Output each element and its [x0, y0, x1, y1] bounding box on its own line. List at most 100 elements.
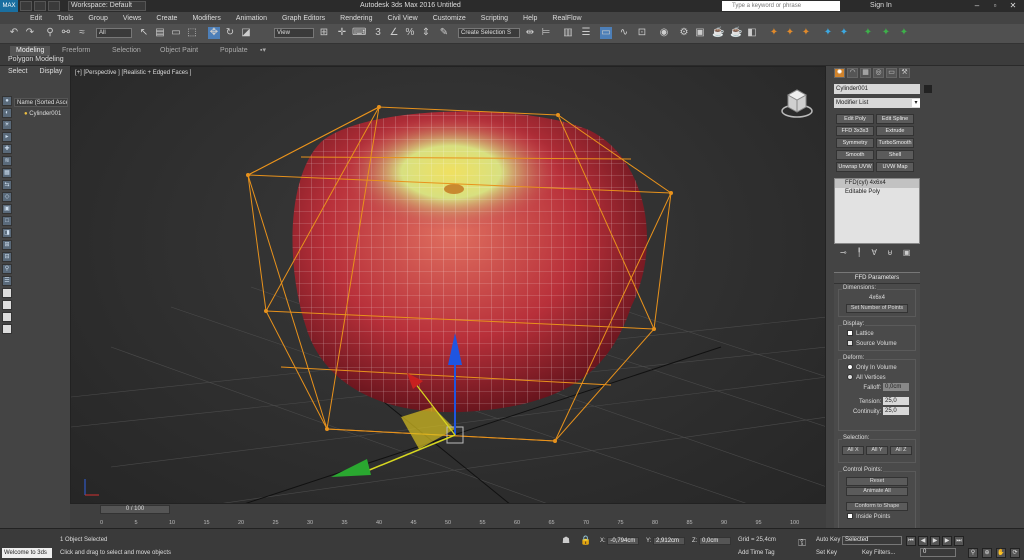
- display-children-icon[interactable]: ⊞: [2, 240, 12, 250]
- open-file-icon[interactable]: [34, 1, 46, 11]
- modify-tab-icon[interactable]: ◠: [847, 68, 858, 78]
- link-icon[interactable]: ⚲: [44, 27, 56, 39]
- falloff-spinner[interactable]: Falloff: 0,0cm: [839, 383, 915, 393]
- menu-help[interactable]: Help: [523, 15, 537, 22]
- modifier-list-dropdown[interactable]: Modifier List: [834, 98, 920, 108]
- play-icon[interactable]: ▶: [930, 536, 940, 546]
- only-in-volume-radio[interactable]: Only In Volume: [839, 363, 915, 373]
- snaps-toggle-icon[interactable]: 3: [372, 27, 384, 39]
- zoom-icon[interactable]: ⚲: [968, 548, 978, 558]
- timeline-ruler[interactable]: 0 5 10 15 20 25 30 35 40 45 50 55 60 65 70 75 80 85 90 95 10…: [100, 516, 800, 528]
- filter-spacewarps-icon[interactable]: ≋: [2, 156, 12, 166]
- menu-customize[interactable]: Customize: [433, 15, 466, 22]
- object-color-swatch[interactable]: [924, 85, 932, 93]
- perspective-viewport[interactable]: [+] [Perspective ] [Realistic + Edged Fa…: [70, 66, 826, 504]
- chevron-down-icon[interactable]: ▾: [912, 99, 920, 107]
- x-coordinate[interactable]: X: -0,794cm: [600, 537, 640, 545]
- app-logo-icon[interactable]: MAX: [0, 0, 18, 12]
- menu-modifiers[interactable]: Modifiers: [192, 15, 220, 22]
- menu-edit[interactable]: Edit: [30, 15, 42, 22]
- named-selection-dropdown[interactable]: Create Selection S: [458, 28, 520, 38]
- go-to-end-icon[interactable]: ⏭: [954, 536, 964, 546]
- tab-object-paint[interactable]: Object Paint: [160, 46, 198, 56]
- schematic-view-icon[interactable]: ⊡: [636, 27, 648, 39]
- stack-item-ffd[interactable]: FFD(cyl) 4x6x4: [835, 179, 919, 188]
- ribbon-toggle-icon[interactable]: ▭: [600, 27, 612, 39]
- select-manipulate-icon[interactable]: ✛: [336, 27, 348, 39]
- select-object-icon[interactable]: ↖: [138, 27, 150, 39]
- scene-display-menu[interactable]: Display: [39, 66, 62, 78]
- plugin-tool-3-icon[interactable]: ✦: [800, 27, 812, 39]
- hierarchy-tab-icon[interactable]: ▦: [860, 68, 871, 78]
- scene-select-menu[interactable]: Select: [8, 66, 27, 78]
- filter-lights-icon[interactable]: ☀: [2, 120, 12, 130]
- save-file-icon[interactable]: [48, 1, 60, 11]
- tree-item-cylinder[interactable]: ● Cylinder001: [24, 110, 68, 119]
- plugin-tool-2-icon[interactable]: ✦: [784, 27, 796, 39]
- material-editor-icon[interactable]: ◉: [658, 27, 670, 39]
- pan-icon[interactable]: ✋: [996, 548, 1006, 558]
- undo-icon[interactable]: ↶: [8, 27, 20, 39]
- spinner-snap-icon[interactable]: ⇕: [420, 27, 432, 39]
- layer-explorer-icon[interactable]: ☰: [580, 27, 592, 39]
- symmetry-button[interactable]: Symmetry: [836, 138, 874, 148]
- menu-civil-view[interactable]: Civil View: [387, 15, 417, 22]
- show-end-result-icon[interactable]: ╿: [857, 248, 862, 257]
- selection-region-icon[interactable]: ▭: [170, 27, 182, 39]
- percent-snap-icon[interactable]: %: [404, 27, 416, 39]
- tab-selection[interactable]: Selection: [112, 46, 141, 56]
- key-mode-icon[interactable]: ⚿: [796, 538, 808, 550]
- reference-coordinate-dropdown[interactable]: View: [274, 28, 314, 38]
- plugin-tool-4-icon[interactable]: ✦: [822, 27, 834, 39]
- filter-bones-icon[interactable]: ◇: [2, 192, 12, 202]
- render-setup-icon[interactable]: ⚙: [678, 27, 690, 39]
- column-header-name[interactable]: Name (Sorted Ascen: [14, 98, 68, 107]
- edit-spline-button[interactable]: Edit Spline: [876, 114, 914, 124]
- edit-named-selection-icon[interactable]: ✎: [438, 27, 450, 39]
- source-volume-checkbox[interactable]: Source Volume: [839, 339, 915, 349]
- all-z-button[interactable]: All Z: [890, 446, 912, 455]
- y-coordinate[interactable]: Y: 2,912cm: [646, 537, 686, 545]
- align-icon[interactable]: ⊨: [540, 27, 552, 39]
- animate-all-button[interactable]: Animate All: [846, 487, 908, 496]
- find-icon[interactable]: ⚲: [2, 264, 12, 274]
- rendered-frame-window-icon[interactable]: ▣: [694, 27, 706, 39]
- create-tab-icon[interactable]: ✹: [834, 68, 845, 78]
- remove-modifier-icon[interactable]: ⊎: [887, 248, 893, 257]
- layers-icon[interactable]: ☰: [2, 276, 12, 286]
- scene-explorer-toggle-icon[interactable]: ▥: [562, 27, 574, 39]
- continuity-spinner[interactable]: Continuity: 25,0: [839, 407, 915, 417]
- viewport-label[interactable]: [+] [Perspective ] [Realistic + Edged Fa…: [75, 70, 191, 76]
- reset-button[interactable]: Reset: [846, 477, 908, 486]
- maxscript-listener[interactable]: Welcome to 3ds: [2, 548, 52, 558]
- ribbon-panel-polygon-modeling[interactable]: Polygon Modeling: [8, 56, 64, 63]
- sort-icon[interactable]: [2, 312, 12, 322]
- ffd-3x3x3-button[interactable]: FFD 3x3x3: [836, 126, 874, 136]
- ribbon-options-icon[interactable]: ▪▾: [260, 46, 266, 56]
- menu-group[interactable]: Group: [88, 15, 107, 22]
- motion-tab-icon[interactable]: ◎: [873, 68, 884, 78]
- menu-graph-editors[interactable]: Graph Editors: [282, 15, 325, 22]
- select-by-name-icon[interactable]: ▤: [154, 27, 166, 39]
- plugin-tool-7-icon[interactable]: ✦: [880, 27, 892, 39]
- isolate-selection-icon[interactable]: ☗: [560, 534, 572, 546]
- edit-poly-button[interactable]: Edit Poly: [836, 114, 874, 124]
- all-vertices-radio[interactable]: All Vertices: [839, 373, 915, 383]
- lock-icon[interactable]: [2, 324, 12, 334]
- shell-button[interactable]: Shell: [876, 150, 914, 160]
- menu-scripting[interactable]: Scripting: [481, 15, 508, 22]
- filter-shapes-icon[interactable]: ◐: [2, 108, 12, 118]
- filter-xrefs-icon[interactable]: ⇆: [2, 180, 12, 190]
- visibility-bulb-icon[interactable]: ●: [24, 111, 28, 117]
- make-unique-icon[interactable]: ∀: [872, 248, 877, 257]
- go-to-start-icon[interactable]: ⏮: [906, 536, 916, 546]
- scale-icon[interactable]: ◪: [240, 27, 252, 39]
- display-influences-icon[interactable]: ⊟: [2, 252, 12, 262]
- render-production-icon[interactable]: ☕: [712, 27, 724, 39]
- filter-cameras-icon[interactable]: ▸: [2, 132, 12, 142]
- tab-freeform[interactable]: Freeform: [62, 46, 90, 56]
- unlink-icon[interactable]: ⚯: [60, 27, 72, 39]
- conform-to-shape-button[interactable]: Conform to Shape: [846, 502, 908, 511]
- move-icon[interactable]: ✥: [208, 27, 220, 39]
- display-tab-icon[interactable]: ▭: [886, 68, 897, 78]
